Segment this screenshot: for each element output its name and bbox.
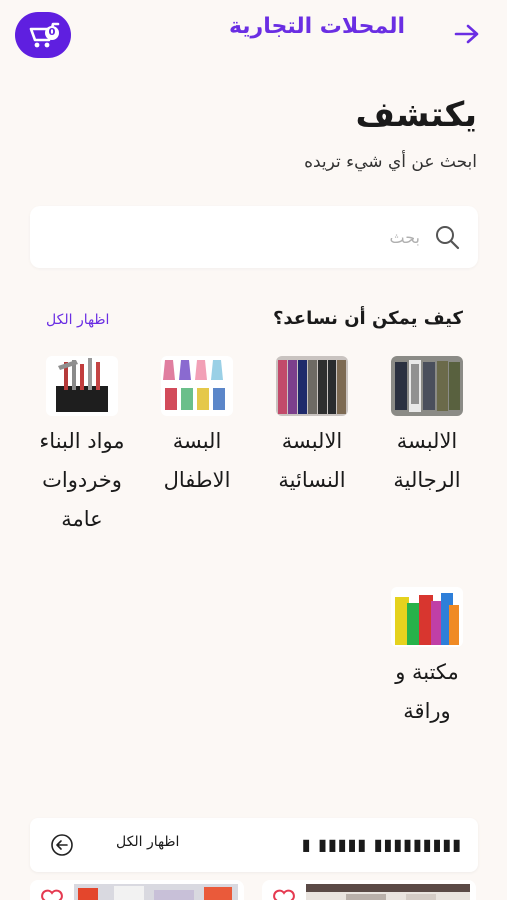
cart-count-badge: 0 xyxy=(45,26,59,40)
arrow-left-circle-icon[interactable] xyxy=(50,833,74,857)
app-header: المحلات التجارية 0 xyxy=(0,0,507,70)
show-all-link[interactable]: اظهار الكل xyxy=(46,312,109,328)
product-image xyxy=(74,884,238,900)
mens-clothing-image xyxy=(391,356,463,416)
category-kids-clothing[interactable]: البسة الاطفال xyxy=(152,356,242,500)
section-show-all-link[interactable]: اظهار الكل xyxy=(116,834,179,850)
help-section-title: كيف يمكن أن نساعد؟ xyxy=(272,308,463,329)
product-image xyxy=(306,884,470,900)
product-card[interactable] xyxy=(262,880,476,900)
search-input[interactable] xyxy=(60,220,420,254)
category-label: الالبسة النسائية xyxy=(278,429,346,492)
category-womens-clothing[interactable]: الالبسة النسائية xyxy=(267,356,357,500)
heart-icon[interactable] xyxy=(40,888,64,900)
stationery-image xyxy=(391,587,463,647)
arrow-right-icon xyxy=(454,24,479,44)
search-box xyxy=(30,206,478,268)
category-stationery[interactable]: مكتبة و وراقة xyxy=(382,587,472,731)
category-label: البسة الاطفال xyxy=(163,429,231,492)
discover-heading: يكتشف xyxy=(355,95,477,135)
page-title: المحلات التجارية xyxy=(228,14,405,39)
category-building-tools[interactable]: مواد البناء وخردوات عامة xyxy=(37,356,127,539)
category-label: مكتبة و وراقة xyxy=(395,660,459,723)
back-button[interactable] xyxy=(453,20,481,48)
building-tools-image xyxy=(46,356,118,416)
product-card[interactable] xyxy=(30,880,244,900)
heart-icon[interactable] xyxy=(272,888,296,900)
cart-button[interactable]: 0 xyxy=(15,12,71,58)
search-icon[interactable] xyxy=(434,224,460,250)
kids-clothing-image xyxy=(161,356,233,416)
discover-subtitle: ابحث عن أي شيء تريده xyxy=(304,152,477,172)
category-label: مواد البناء وخردوات عامة xyxy=(39,429,125,531)
category-mens-clothing[interactable]: الالبسة الرجالية xyxy=(382,356,472,500)
section-header-bar: ▮▮▮▮▮▮▮▮▮ ▮▮▮▮▮ ▮ اظهار الكل xyxy=(30,818,478,872)
womens-clothing-image xyxy=(276,356,348,416)
section-title: ▮▮▮▮▮▮▮▮▮ ▮▮▮▮▮ ▮ xyxy=(301,835,462,854)
category-label: الالبسة الرجالية xyxy=(393,429,461,492)
